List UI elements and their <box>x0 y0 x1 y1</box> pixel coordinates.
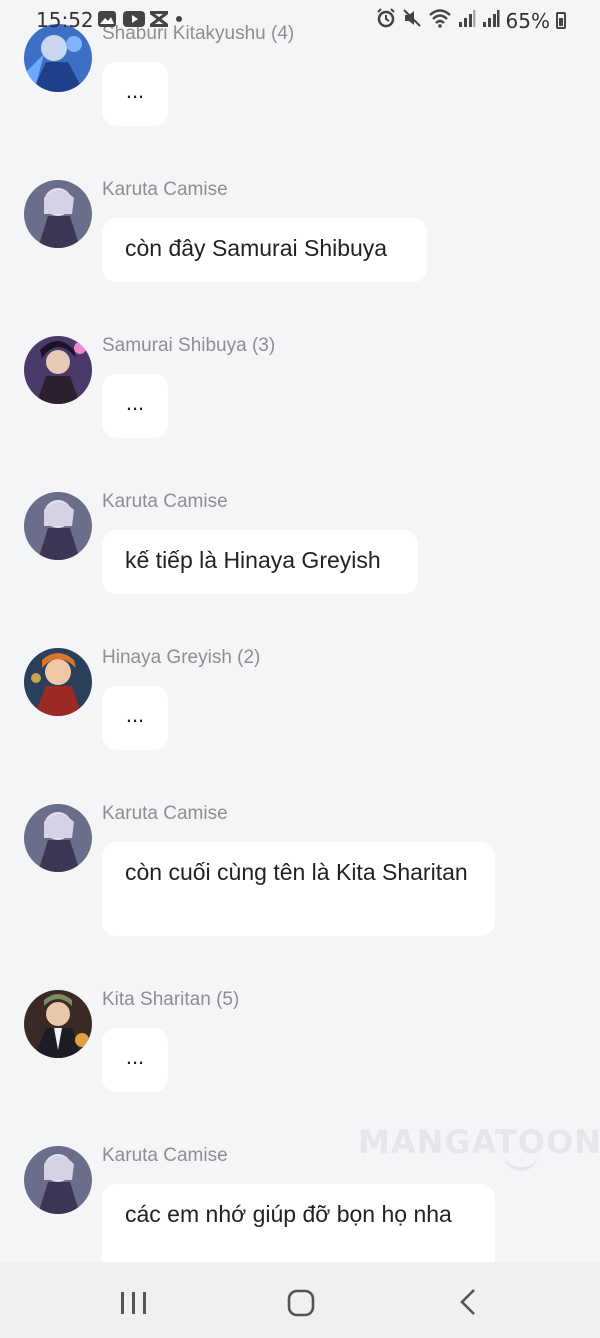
wifi-icon <box>428 8 452 33</box>
karuta-avatar[interactable] <box>24 180 92 248</box>
battery-icon <box>556 12 566 29</box>
status-time: 15:52 <box>36 8 94 32</box>
home-icon[interactable] <box>281 1284 321 1320</box>
sender-name: Kita Sharitan (5) <box>102 989 240 1010</box>
hinaya-avatar[interactable] <box>24 648 92 716</box>
message-bubble[interactable]: ... <box>102 374 168 438</box>
message-bubble[interactable]: các em nhớ giúp đỡ bọn họ nha <box>102 1184 495 1262</box>
karuta-avatar[interactable] <box>24 1146 92 1214</box>
sender-name: Samurai Shibuya (3) <box>102 335 276 356</box>
message-bubble[interactable]: ... <box>102 62 168 126</box>
sender-name: Karuta Camise <box>102 179 228 200</box>
navigation-bar <box>0 1262 600 1338</box>
gallery-icon <box>97 10 117 28</box>
watermark-logo: MANGATOON <box>358 1123 600 1161</box>
recents-icon[interactable] <box>113 1284 153 1320</box>
message-bubble[interactable]: ... <box>102 686 168 750</box>
mute-icon <box>402 8 422 33</box>
samurai-avatar[interactable] <box>24 336 92 404</box>
sender-name: Karuta Camise <box>102 1145 228 1166</box>
sender-name: Karuta Camise <box>102 803 228 824</box>
message-bubble[interactable]: còn đây Samurai Shibuya <box>102 218 427 282</box>
karuta-avatar[interactable] <box>24 804 92 872</box>
message-bubble[interactable]: còn cuối cùng tên là Kita Sharitan <box>102 842 495 936</box>
watermark-smile-icon <box>504 1153 538 1171</box>
message-bubble[interactable]: kế tiếp là Hinaya Greyish <box>102 530 418 594</box>
dot-icon <box>175 10 183 28</box>
sender-name: Karuta Camise <box>102 491 228 512</box>
battery-text: 65% <box>505 8 550 33</box>
sender-name: Hinaya Greyish (2) <box>102 647 261 668</box>
capcut-icon <box>149 10 169 28</box>
youtube-icon <box>123 10 145 28</box>
back-icon[interactable] <box>450 1284 490 1320</box>
chat-list[interactable]: Shaburi Kitakyushu (4) ... Karuta Camise… <box>0 0 600 1262</box>
status-bar: 15:52 65% <box>0 0 600 40</box>
signal-icon <box>458 8 476 33</box>
message-bubble[interactable]: ... <box>102 1028 168 1092</box>
kita-avatar[interactable] <box>24 990 92 1058</box>
alarm-icon <box>376 8 396 33</box>
karuta-avatar[interactable] <box>24 492 92 560</box>
signal-icon <box>482 8 500 33</box>
